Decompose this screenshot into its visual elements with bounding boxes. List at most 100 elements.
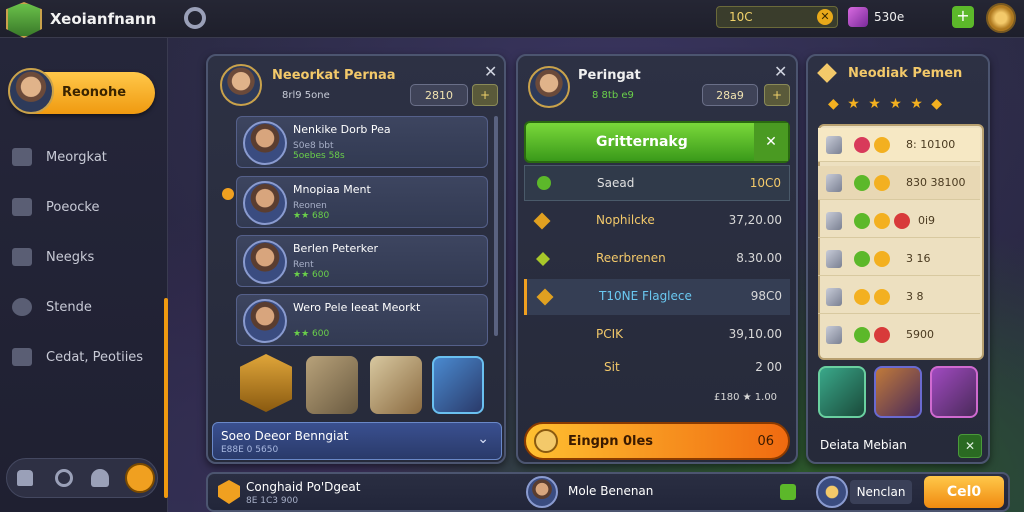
claim-button[interactable]: Eingpn 0les 06 [524, 422, 790, 460]
equip-slot-wrench[interactable] [306, 356, 358, 414]
check-icon [854, 175, 870, 191]
stat-label: Reerbrenen [596, 251, 666, 265]
close-icon[interactable]: ✕ [754, 123, 788, 161]
app-name: Xeoianfnann [50, 10, 157, 28]
cube-icon [826, 174, 842, 192]
sidebar-item-label: Neegks [46, 249, 95, 265]
check-icon [854, 213, 870, 229]
hero-list-item[interactable]: Wero Pele Ieeat Meorkt ★★ 600 [236, 294, 488, 346]
panel2-add-button[interactable]: + [764, 84, 790, 106]
hero-list-scrollbar[interactable] [494, 116, 498, 336]
stat-value: 2 00 [755, 360, 782, 374]
app-logo-icon[interactable] [6, 2, 42, 38]
reward-row[interactable]: 830 38100 [818, 166, 980, 200]
star-rating: ◆ ★ ★ ★ ★ ◆ [828, 96, 944, 112]
sidebar-avatar [8, 68, 54, 114]
heart-icon [854, 137, 870, 153]
add-currency-button[interactable]: + [952, 6, 974, 28]
panel1-cost[interactable]: 2810 [410, 84, 468, 106]
sidebar-item-5[interactable]: Cedat, Peotiies [12, 348, 143, 366]
panel2-footer-value: £180 ★ 1.00 [714, 392, 778, 403]
bottom-bar: Conghaid Po'Dgeat 8E 1C3 900 Mole Benena… [206, 472, 1010, 512]
stat-value: 37,20.00 [728, 213, 782, 227]
reward-value: 830 38100 [906, 176, 966, 189]
stat-label: Saead [597, 176, 635, 190]
sidebar-scrollbar[interactable] [164, 298, 168, 498]
cost-value: 2810 [425, 88, 453, 102]
hero-name: Berlen Peterker [293, 242, 379, 255]
reward-item-armor[interactable] [818, 366, 866, 418]
upgrade-banner-label: Gritternakg [596, 134, 688, 150]
claim-button-label: Eingpn 0les [568, 434, 654, 449]
coin-icon [874, 289, 890, 305]
dropdown-title: Soeo Deeor Benngiat [221, 429, 349, 443]
reward-row[interactable]: 3 8 [818, 280, 980, 314]
sword-icon [533, 212, 551, 230]
equip-slot-tools[interactable] [370, 356, 422, 414]
close-icon[interactable]: ✕ [817, 9, 833, 25]
ruby-icon [874, 327, 890, 343]
settings-icon[interactable] [55, 469, 73, 487]
close-icon[interactable]: ✕ [958, 434, 982, 458]
stat-row[interactable]: Saead 10C0 [524, 165, 790, 201]
hero-dropdown[interactable]: Soeo Deeor Benngiat E88E 0 5650 ⌄ [212, 422, 502, 460]
leaf-icon [536, 252, 550, 266]
hero-avatar [243, 240, 287, 284]
reward-value: 0i9 [918, 214, 936, 227]
top-bar: Xeoianfnann 10C ✕ 530e + [0, 0, 1024, 38]
panel2-cost[interactable]: 28a9 [702, 84, 758, 106]
stat-row[interactable]: PCIK 39,10.00 [524, 317, 790, 353]
upgrade-banner[interactable]: Gritternakg ✕ [524, 121, 790, 163]
sidebar-item-2[interactable]: Poeocke [12, 198, 100, 216]
bottom-right-label[interactable]: Nenclan [850, 480, 912, 504]
stat-row-selected[interactable]: T10NE Flaglece 98C0 [524, 279, 790, 315]
equip-slot-gun[interactable] [432, 356, 484, 414]
hero-list-item[interactable]: Berlen Peterker Rent ★★ 600 [236, 235, 488, 287]
sidebar-item-label: Meorgkat [46, 149, 107, 165]
folder-icon [12, 348, 32, 366]
stat-value: 10C0 [749, 176, 781, 190]
sidebar: Reonohe Meorgkat Poeocke Neegks Stende C… [0, 38, 168, 512]
reward-row[interactable]: 0i9 [818, 204, 980, 238]
hero-avatar [243, 121, 287, 165]
cube-icon [826, 212, 842, 230]
coin-icon [534, 429, 558, 453]
stat-label: T10NE Flaglece [599, 289, 692, 303]
sidebar-item-label: Cedat, Peotiies [46, 349, 144, 365]
hero-list-item[interactable]: Mnopiaa Ment Reonen ★★ 680 [236, 176, 488, 228]
claim-button-value: 06 [757, 434, 774, 449]
close-icon[interactable]: ✕ [484, 62, 497, 81]
stat-row[interactable]: Sit 2 00 [524, 350, 790, 386]
hero-sub: S0e8 bbt [293, 141, 334, 151]
profile-avatar[interactable] [986, 3, 1016, 33]
stat-row[interactable]: Nophilcke 37,20.00 [524, 203, 790, 239]
hero-sub: Rent [293, 260, 314, 270]
profile-button[interactable]: Reonohe [8, 68, 155, 114]
bell-icon[interactable] [17, 470, 33, 486]
hero-list-item[interactable]: Nenkike Dorb Pea S0e8 bbt 5oebes 58s [236, 116, 488, 168]
people-icon[interactable] [91, 469, 109, 487]
hero-name: Wero Pele Ieeat Meorkt [293, 301, 421, 314]
reward-item-gauntlet[interactable] [874, 366, 922, 418]
panel1-add-button[interactable]: + [472, 84, 498, 106]
sidebar-item-1[interactable]: Meorgkat [12, 148, 107, 166]
reward-value: 3 16 [906, 252, 931, 265]
sidebar-item-label: Stende [46, 299, 92, 315]
reward-item-gun[interactable] [930, 366, 978, 418]
search-icon[interactable] [184, 7, 206, 29]
coin-icon [874, 137, 890, 153]
mail-icon [12, 148, 32, 166]
call-button[interactable]: Cel0 [924, 476, 1004, 508]
reward-row[interactable]: 8: 10100 [818, 128, 980, 162]
refresh-icon[interactable] [125, 463, 155, 493]
reward-row[interactable]: 5900 [818, 318, 980, 352]
bottom-left-title: Conghaid Po'Dgeat [246, 480, 361, 494]
fire-icon [222, 188, 234, 200]
sidebar-item-3[interactable]: Neegks [12, 248, 94, 266]
reward-row[interactable]: 3 16 [818, 242, 980, 276]
stat-label: Nophilcke [596, 213, 655, 227]
close-icon[interactable]: ✕ [774, 62, 787, 81]
check-icon[interactable] [780, 484, 796, 500]
sidebar-item-4[interactable]: Stende [12, 298, 92, 316]
stat-row[interactable]: Reerbrenen 8.30.00 [524, 241, 790, 277]
